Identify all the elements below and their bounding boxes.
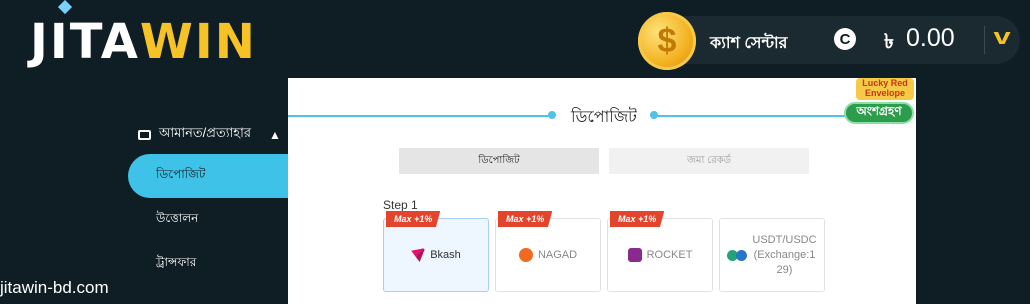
payment-method-label: ROCKET bbox=[646, 249, 693, 261]
sidebar-section-deposit-withdraw[interactable]: আমানত/প্রত্যাহার ▲ bbox=[138, 124, 281, 145]
top-bar: JITA WIN $ ক্যাশ সেন্টার C ৳ 0.00 v bbox=[0, 0, 1030, 78]
rocket-icon bbox=[627, 248, 642, 262]
chevron-up-icon[interactable]: ▲ bbox=[269, 128, 281, 142]
sidebar-item-label: ট্রান্সফার bbox=[156, 255, 197, 269]
payment-method-label: Bkash bbox=[430, 249, 461, 261]
payment-method-nagad[interactable]: Max +1% NAGAD bbox=[495, 211, 601, 292]
usdc-icon bbox=[736, 249, 748, 261]
logo-text-jita: JITA bbox=[30, 14, 140, 70]
diamond-icon bbox=[57, 0, 73, 15]
tab-deposit[interactable]: ডিপোজিট bbox=[399, 148, 599, 174]
cash-center-link[interactable]: ক্যাশ সেন্টার bbox=[710, 30, 787, 57]
sidebar-item-withdraw[interactable]: উত্তোলন bbox=[128, 198, 288, 242]
step-label: Step 1 bbox=[383, 198, 418, 212]
refresh-icon[interactable]: C bbox=[834, 28, 856, 50]
sidebar-item-transfer[interactable]: ট্রান্সফার bbox=[128, 242, 288, 286]
usdt-line-1: USDT/USDC bbox=[752, 233, 817, 246]
title-line-right bbox=[654, 115, 854, 117]
logo-text-win: WIN bbox=[139, 14, 257, 70]
header-divider bbox=[984, 26, 985, 54]
bkash-icon bbox=[411, 248, 426, 262]
join-button[interactable]: অংশগ্রহণ bbox=[844, 102, 914, 124]
payment-method-label: USDT/USDC (Exchange:1 29) bbox=[752, 233, 816, 278]
nagad-icon bbox=[518, 248, 533, 262]
lucky-red-envelope-banner[interactable]: Lucky Red Envelope bbox=[856, 78, 914, 100]
sidebar-item-deposit[interactable]: ডিপোজিট bbox=[128, 154, 288, 198]
title-dot-left bbox=[548, 111, 556, 119]
usdt-line-2: (Exchange:1 bbox=[753, 248, 816, 261]
wallet-icon bbox=[138, 129, 151, 140]
jitawin-logo[interactable]: JITA WIN bbox=[30, 0, 257, 70]
balance-display: ৳ 0.00 bbox=[884, 24, 955, 60]
tab-deposit-record[interactable]: জমা রেকর্ড bbox=[609, 148, 809, 174]
sidebar-section-label: আমানত/প্রত্যাহার bbox=[159, 125, 252, 140]
currency-symbol: ৳ bbox=[884, 31, 894, 53]
payment-method-bkash[interactable]: Max +1% Bkash bbox=[383, 211, 489, 292]
sidebar-item-label: ডিপোজিট bbox=[156, 167, 206, 181]
payment-method-usdt-usdc[interactable]: USDT/USDC (Exchange:1 29) bbox=[719, 218, 825, 292]
balance-amount: 0.00 bbox=[905, 24, 955, 52]
sidebar-item-label: উত্তোলন bbox=[156, 211, 199, 225]
chevron-down-icon[interactable]: v bbox=[994, 24, 1011, 50]
deposit-panel: ডিপোজিট Lucky Red Envelope অংশগ্রহণ ডিপো… bbox=[288, 78, 916, 304]
dollar-coin-icon[interactable]: $ bbox=[638, 12, 696, 70]
payment-method-label: NAGAD bbox=[537, 249, 578, 261]
site-watermark: jitawin-bd.com bbox=[0, 278, 109, 297]
usdt-line-3: 29) bbox=[776, 263, 793, 276]
title-line-left bbox=[288, 115, 552, 117]
account-bar bbox=[646, 16, 1020, 64]
sidebar: আমানত/প্রত্যাহার ▲ ডিপোজিট উত্তোলন ট্রান… bbox=[0, 78, 288, 304]
payment-method-rocket[interactable]: Max +1% ROCKET bbox=[607, 211, 713, 292]
page-title: ডিপোজিট bbox=[571, 109, 637, 126]
